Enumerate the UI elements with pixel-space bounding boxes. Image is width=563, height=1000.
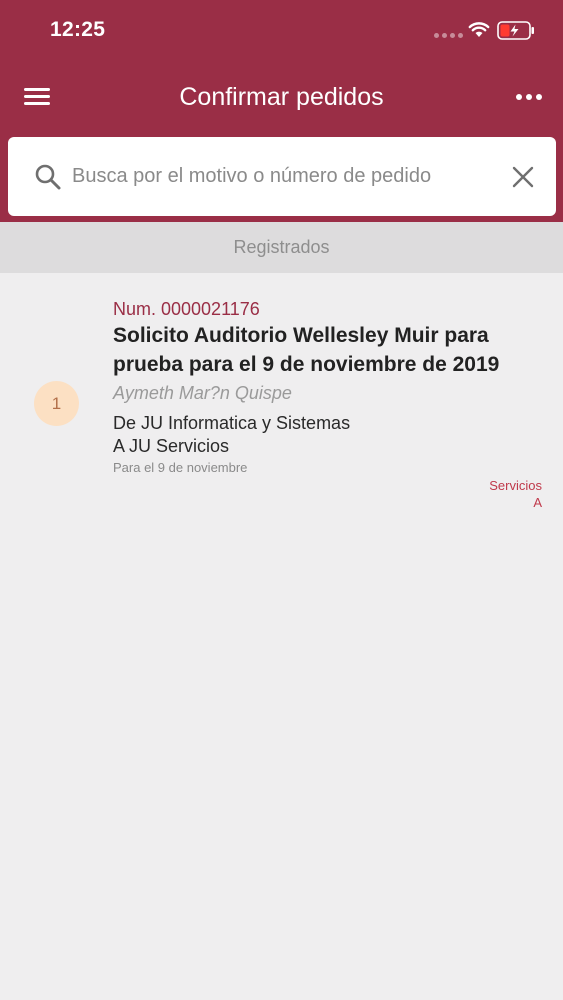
- navigation-bar: Confirmar pedidos: [0, 62, 563, 134]
- order-from: De JU Informatica y Sistemas: [113, 413, 351, 433]
- close-icon[interactable]: [511, 165, 535, 189]
- order-category-line1: Servicios: [489, 478, 542, 493]
- more-icon[interactable]: [516, 94, 542, 100]
- order-to: A JU Servicios: [113, 436, 230, 456]
- order-badge: 1: [34, 381, 79, 426]
- list-item[interactable]: 1 Num. 0000021176 Solicito Auditorio Wel…: [0, 273, 563, 523]
- order-category: Servicios A: [422, 477, 542, 511]
- battery-icon: [497, 21, 534, 40]
- status-time: 12:25: [50, 18, 106, 41]
- order-category-line2: A: [533, 495, 542, 510]
- page-title: Confirmar pedidos: [179, 83, 384, 111]
- order-date: Para el 9 de noviembre: [113, 460, 248, 475]
- search-icon: [35, 164, 61, 190]
- order-requester: Aymeth Mar?n Quispe: [113, 383, 292, 403]
- search-bar: [8, 137, 556, 216]
- order-title: Solicito Auditorio Wellesley Muir para p…: [113, 324, 500, 376]
- order-number: Num. 0000021176: [113, 299, 260, 319]
- section-header: Registrados: [0, 222, 563, 273]
- status-bar: 12:25: [0, 0, 563, 62]
- search-input[interactable]: [72, 157, 492, 195]
- app-header: 12:25 Confirmar pedidos: [0, 0, 563, 222]
- cellular-signal-icon: [434, 33, 463, 38]
- wifi-icon: [468, 22, 490, 37]
